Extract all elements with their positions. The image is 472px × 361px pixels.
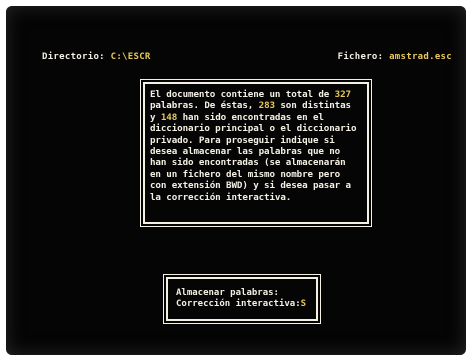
- options-dialog: Almacenar palabras: Corrección interacti…: [166, 277, 318, 321]
- input-cursor[interactable]: S: [301, 299, 306, 309]
- found-words-count: 148: [160, 111, 178, 123]
- message-line: con extensión BWD) y si desea pasar a: [150, 180, 351, 192]
- message-line: y 148 han sido encontradas en el: [150, 111, 324, 123]
- message-line: desea almacenar las palabras que no: [150, 146, 341, 158]
- message-line: palabras. De éstas, 283 son distintas: [150, 100, 351, 112]
- message-line: privado. Para proseguir indique si: [150, 134, 335, 146]
- message-text: El documento contiene un total de 327 pa…: [150, 89, 363, 203]
- message-box: El documento contiene un total de 327 pa…: [143, 82, 369, 224]
- interactive-correction-option[interactable]: Corrección interactiva:S: [176, 299, 306, 310]
- message-line: El documento contiene un total de 327: [150, 89, 351, 100]
- directory-value: C:\ESCR: [110, 52, 151, 62]
- message-line: en un fichero del mismo nombre pero: [150, 168, 341, 180]
- store-words-label: Almacenar palabras:: [176, 288, 279, 298]
- message-line: han sido encontradas (se almacenarán: [150, 157, 346, 169]
- file-info: Fichero: amstrad.esc: [338, 52, 452, 62]
- directory-label: Directorio:: [42, 52, 105, 62]
- message-line: la corrección interactiva.: [150, 191, 292, 203]
- file-value: amstrad.esc: [389, 52, 452, 62]
- interactive-correction-label: Corrección interactiva:: [176, 299, 301, 309]
- distinct-words-count: 283: [258, 100, 275, 112]
- file-label: Fichero:: [337, 52, 384, 62]
- directory-info: Directorio: C:\ESCR: [42, 52, 151, 62]
- crt-screen: Directorio: C:\ESCR Fichero: amstrad.esc…: [6, 6, 466, 355]
- store-words-option[interactable]: Almacenar palabras:: [176, 288, 279, 299]
- total-words-count: 327: [334, 89, 351, 100]
- message-line: diccionario principal o el diccionario: [150, 123, 357, 135]
